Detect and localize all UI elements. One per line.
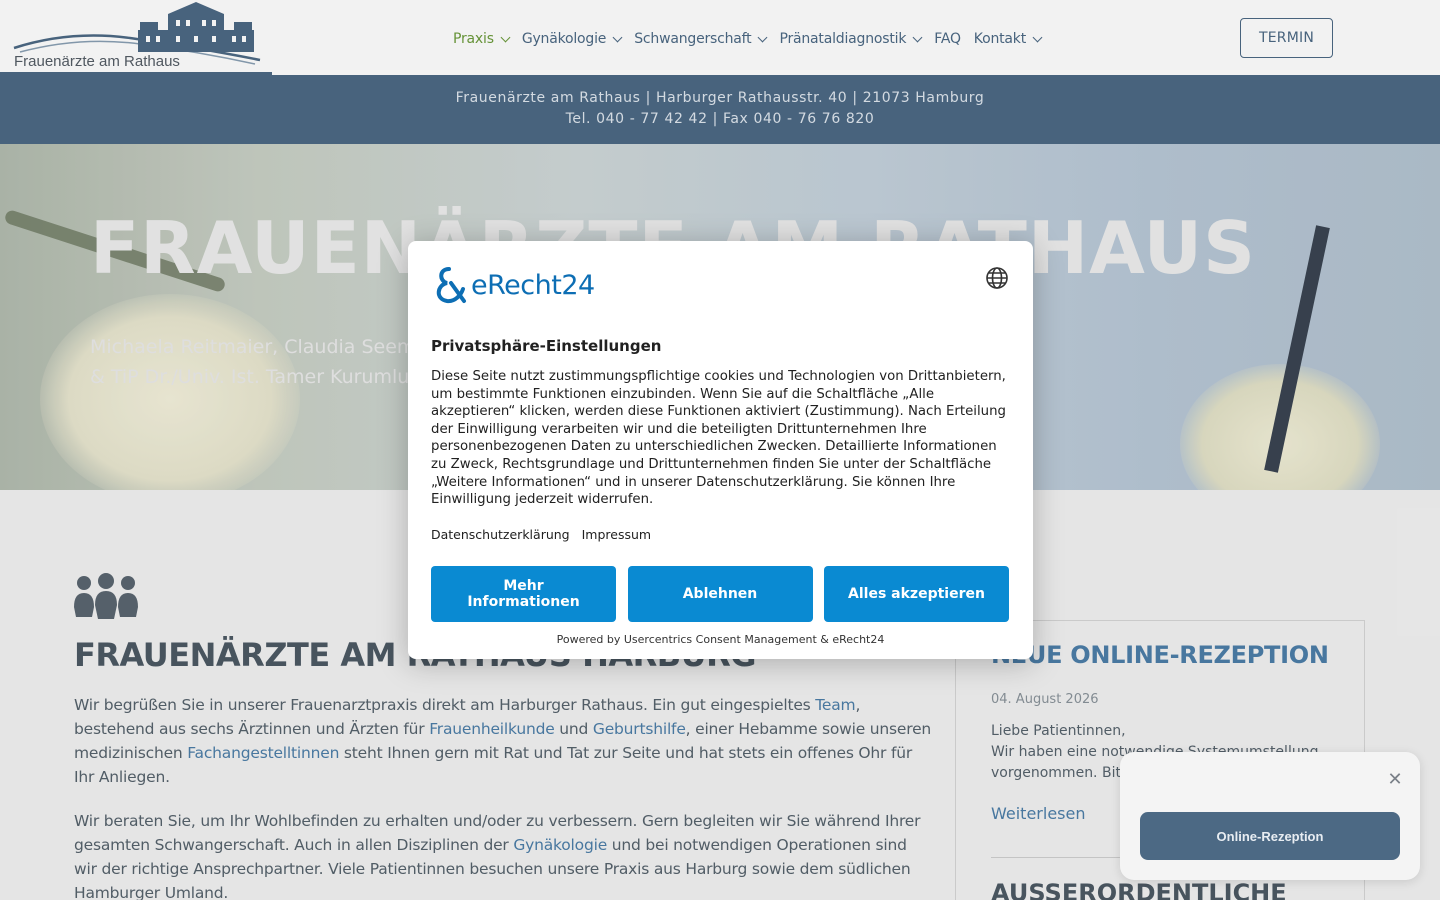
erecht24-wordmark: eRecht24 bbox=[471, 269, 595, 301]
consent-text: Diese Seite nutzt zustimmungspflichtige … bbox=[431, 369, 1006, 508]
online-rezeption-widget: ✕ Online-Rezeption bbox=[1120, 752, 1420, 880]
erecht24-logo: eRecht24 bbox=[431, 265, 595, 305]
imprint-link[interactable]: Impressum bbox=[582, 527, 651, 542]
consent-buttons: Mehr Informationen Ablehnen Alles akzept… bbox=[431, 566, 1009, 622]
accept-all-button[interactable]: Alles akzeptieren bbox=[824, 566, 1009, 622]
deny-button[interactable]: Ablehnen bbox=[627, 566, 813, 622]
erecht24-logo-icon bbox=[436, 267, 466, 304]
consent-title: Privatsphäre-Einstellungen bbox=[431, 337, 662, 355]
powered-by-text: Powered by Usercentrics Consent Manageme… bbox=[556, 633, 885, 646]
consent-dialog: eRecht24 Privatsphäre-Einstellungen Dies… bbox=[408, 241, 1033, 659]
consent-links: Datenschutzerklärung Impressum bbox=[431, 527, 663, 542]
globe-icon[interactable] bbox=[985, 266, 1009, 290]
online-rezeption-button[interactable]: Online-Rezeption bbox=[1140, 812, 1400, 860]
close-icon[interactable]: ✕ bbox=[1385, 770, 1405, 790]
privacy-policy-link[interactable]: Datenschutzerklärung bbox=[431, 527, 570, 542]
more-info-button[interactable]: Mehr Informationen bbox=[431, 566, 616, 622]
